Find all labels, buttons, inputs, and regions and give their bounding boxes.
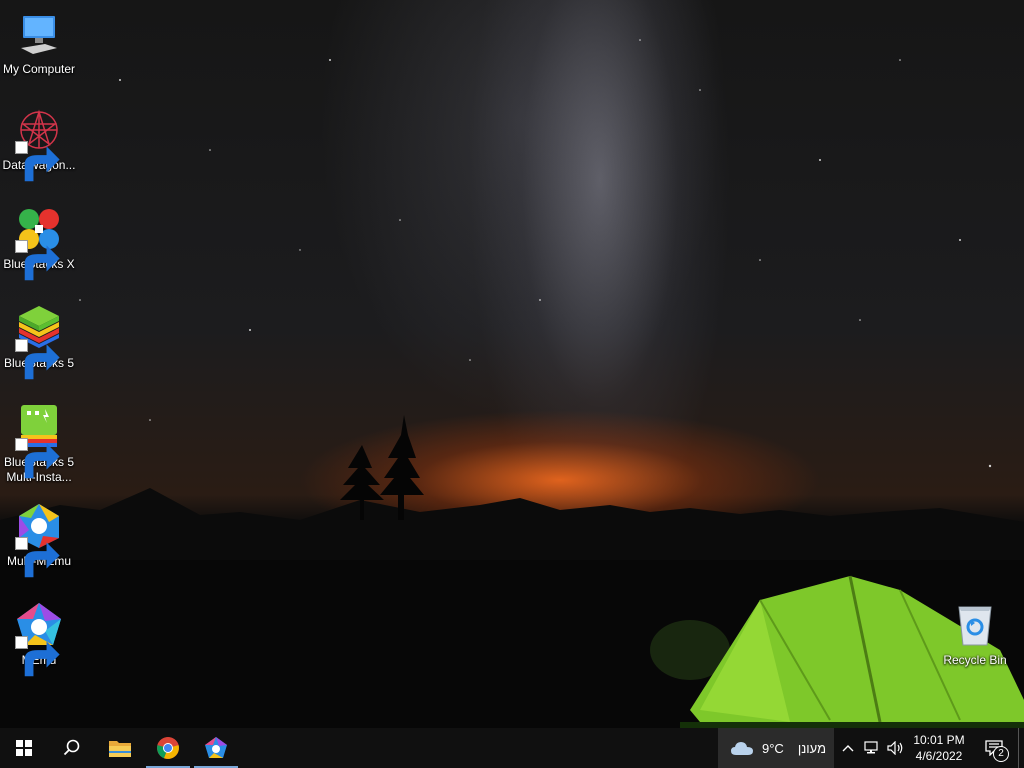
monitor-icon — [15, 10, 63, 58]
notification-count-badge: 2 — [993, 746, 1009, 762]
show-desktop-button[interactable] — [1018, 728, 1024, 768]
desktop-icon-bluestacks-multi-instance[interactable]: BlueStacks 5 Multi-Insta... — [0, 403, 78, 485]
network-icon — [864, 741, 878, 754]
weather-widget[interactable]: 9°C מעונן — [718, 728, 834, 768]
desktop-icon-datawagon[interactable]: DataWagon... — [0, 106, 78, 182]
desktop-icon-memu[interactable]: MEmu — [0, 601, 78, 677]
windows-logo-icon — [16, 740, 32, 756]
memu-icon — [205, 737, 227, 758]
shortcut-arrow-icon — [15, 240, 60, 281]
clock-date: 4/6/2022 — [915, 749, 963, 763]
chevron-up-icon — [842, 745, 854, 752]
desktop-icon-label: My Computer — [2, 62, 76, 76]
shortcut-arrow-icon — [15, 636, 60, 677]
clock-time: 10:01 PM — [913, 733, 965, 747]
shortcut-arrow-icon — [15, 537, 60, 578]
volume-icon — [887, 741, 903, 755]
bluestacks-x-icon — [15, 205, 63, 281]
multi-memu-icon — [15, 502, 63, 578]
desktop-icon-bluestacks-5[interactable]: BlueStacks 5 — [0, 304, 78, 380]
datawagon-icon — [15, 106, 63, 182]
network-button[interactable] — [860, 728, 884, 768]
action-center-button[interactable]: 2 — [976, 728, 1012, 768]
search-icon — [63, 739, 80, 756]
system-tray — [836, 728, 908, 768]
clock[interactable]: 10:01 PM 4/6/2022 — [906, 728, 972, 768]
file-explorer-button[interactable] — [96, 728, 144, 768]
cloud-icon — [731, 742, 753, 755]
weather-temperature: 9°C — [762, 740, 784, 756]
desktop[interactable]: My Computer DataWagon... BlueStacks X Bl… — [0, 0, 1024, 728]
chrome-button[interactable] — [144, 728, 192, 768]
desktop-icon-multi-memu[interactable]: Multi-MEmu — [0, 502, 78, 578]
desktop-icon-label: Recycle Bin — [943, 653, 1007, 667]
desktop-icon-recycle-bin[interactable]: Recycle Bin — [936, 601, 1014, 668]
chrome-icon — [157, 737, 179, 759]
volume-button[interactable] — [884, 728, 908, 768]
search-button[interactable] — [48, 728, 96, 768]
shortcut-arrow-icon — [15, 141, 60, 182]
desktop-icon-bluestacks-x[interactable]: BlueStacks X — [0, 205, 78, 281]
shortcut-arrow-icon — [15, 339, 60, 380]
bluestacks-multi-instance-icon — [15, 403, 63, 479]
shortcut-arrow-icon — [15, 438, 60, 479]
taskbar: 9°C מעונן 10:01 PM 4/6/2022 2 — [0, 728, 1024, 768]
wallpaper — [0, 39, 1024, 728]
folder-icon — [109, 741, 131, 757]
show-hidden-icons-button[interactable] — [836, 728, 860, 768]
desktop-icon-my-computer[interactable]: My Computer — [0, 10, 78, 77]
start-button[interactable] — [0, 728, 48, 768]
bluestacks-5-icon — [15, 304, 63, 380]
memu-icon — [15, 601, 63, 677]
memu-taskbar-button[interactable] — [192, 728, 240, 768]
recycle-bin-icon — [951, 601, 999, 649]
weather-condition: מעונן — [797, 740, 827, 756]
